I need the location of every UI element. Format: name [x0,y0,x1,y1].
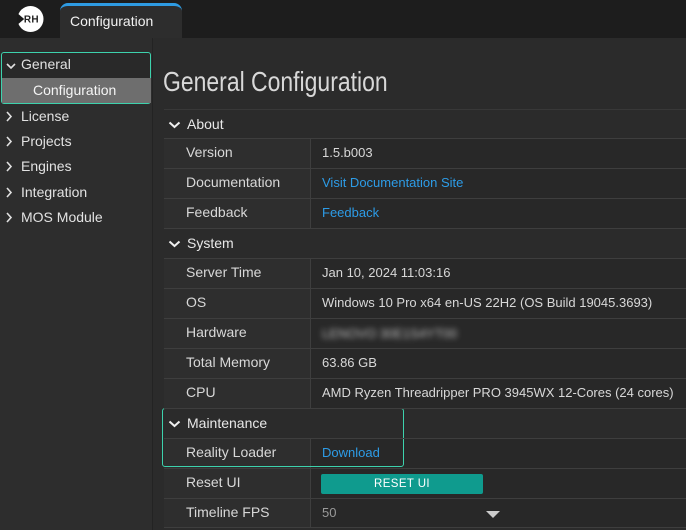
svg-text:RH: RH [24,15,39,26]
